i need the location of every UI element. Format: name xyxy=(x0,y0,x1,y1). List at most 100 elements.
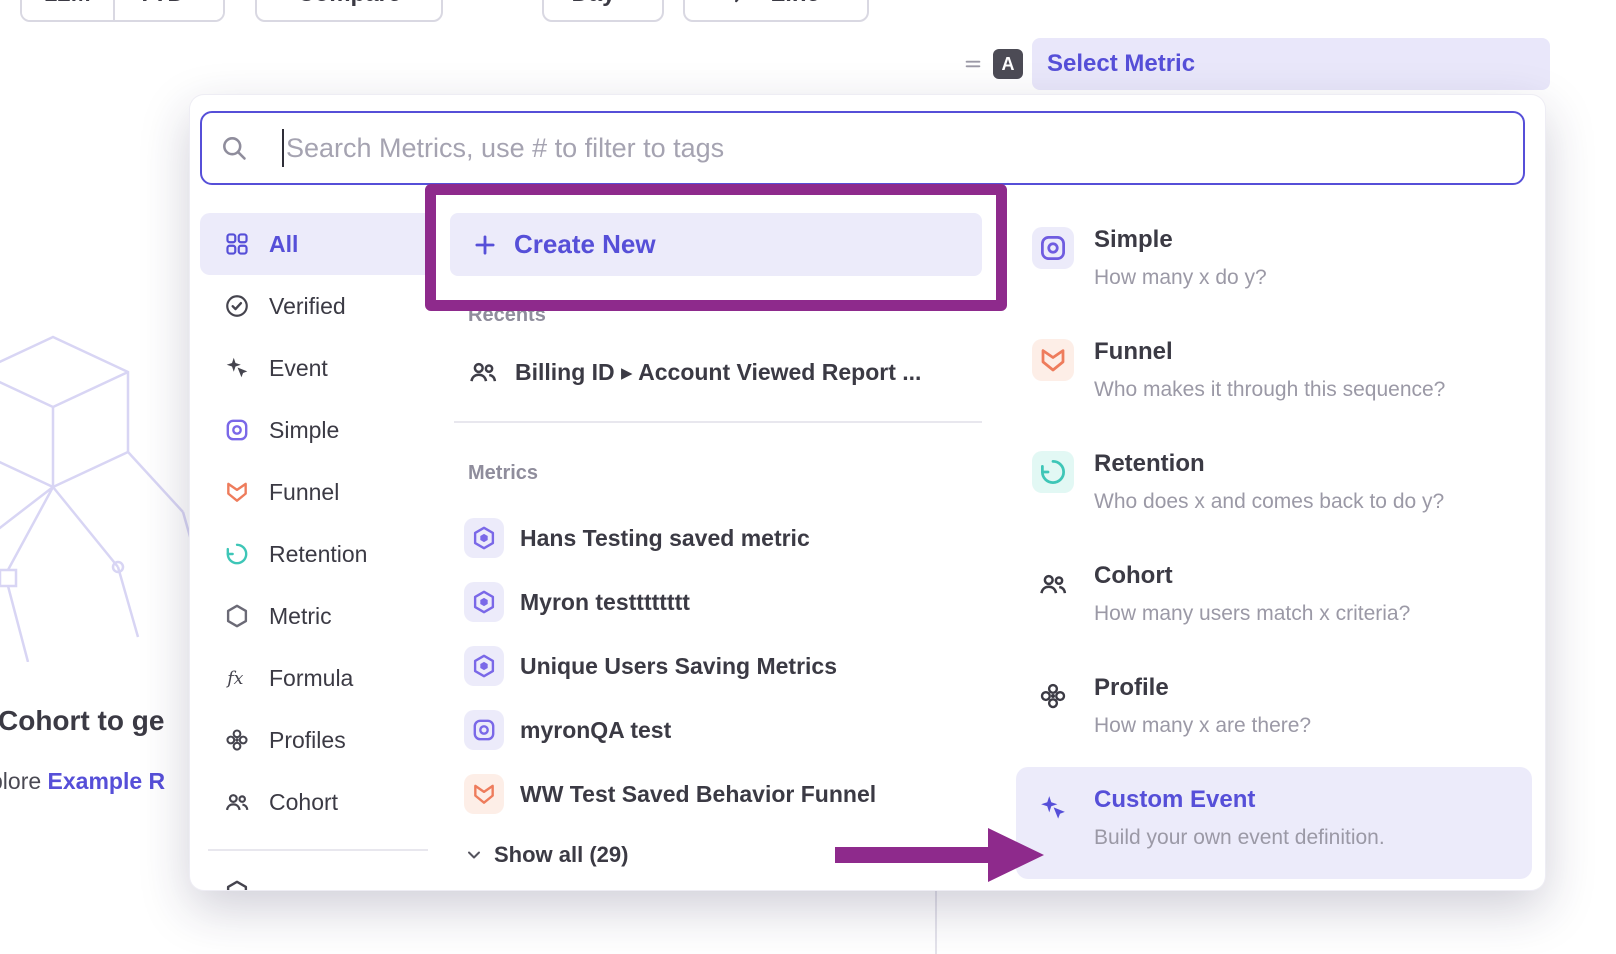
metric-item-icon-chip xyxy=(464,518,504,558)
create-new-label: Create New xyxy=(514,229,656,260)
svg-text:fx: fx xyxy=(225,669,243,689)
chart-type-line-button[interactable]: Line xyxy=(683,0,869,22)
metric-item-label: WW Test Saved Behavior Funnel xyxy=(520,781,876,808)
metric-type-text: ProfileHow many x are there? xyxy=(1094,678,1311,741)
metric-type-description: Build your own event definition. xyxy=(1094,823,1385,853)
metric-type-description: How many x are there? xyxy=(1094,711,1311,741)
compare-button[interactable]: Compare xyxy=(255,0,443,22)
metric-type-description: How many x do y? xyxy=(1094,263,1267,293)
metric-item-icon-chip xyxy=(464,710,504,750)
chevron-down-icon xyxy=(464,845,484,865)
metric-type-retention[interactable]: RetentionWho does x and comes back to do… xyxy=(1016,431,1532,543)
sidebar-item-partial[interactable] xyxy=(200,861,436,890)
show-all-button[interactable]: Show all (29) xyxy=(450,840,982,870)
metric-type-description: Who makes it through this sequence? xyxy=(1094,375,1445,405)
metric-item-label: myronQA test xyxy=(520,717,671,744)
profiles-icon xyxy=(1038,681,1068,711)
metric-list-item[interactable]: Hans Testing saved metric xyxy=(450,506,982,570)
metric-list-item[interactable]: WW Test Saved Behavior Funnel xyxy=(450,762,982,826)
metric-type-list: SimpleHow many x do y? Funnel Who makes it… xyxy=(1016,207,1532,879)
series-a-badge: A xyxy=(993,49,1023,79)
metric-type-text: FunnelWho makes it through this sequence… xyxy=(1094,342,1445,405)
panel-divider xyxy=(935,891,937,954)
savedmetric-icon xyxy=(471,653,497,679)
event-icon xyxy=(1038,793,1068,823)
people-icon xyxy=(468,357,498,387)
interval-day-button[interactable]: Day ▾ xyxy=(542,0,664,22)
metric-type-title: Cohort xyxy=(1094,558,1410,594)
date-range-group: 12M YTD ▾ xyxy=(20,0,225,22)
recents-header: Recents xyxy=(450,304,982,327)
metric-icon xyxy=(224,879,250,890)
metric-type-icon-chip xyxy=(1032,675,1074,717)
sidebar-item-label: Retention xyxy=(269,541,367,568)
metric-list-item[interactable]: myronQA test xyxy=(450,698,982,762)
select-metric-button[interactable]: Select Metric xyxy=(1032,38,1550,90)
sidebar-item-cohort[interactable]: Cohort xyxy=(200,771,436,833)
metrics-report-page: 12M YTD ▾ Compare Day ▾ Line A Select Me… xyxy=(0,0,1616,954)
metric-item-label: Hans Testing saved metric xyxy=(520,525,810,552)
metric-type-profile[interactable]: Profile How many x are there? xyxy=(1016,655,1532,767)
verified-icon xyxy=(224,293,250,319)
sidebar-item-profiles[interactable]: Profiles xyxy=(200,709,436,771)
funnel-icon xyxy=(224,479,250,505)
metric-list-item[interactable]: Unique Users Saving Metrics xyxy=(450,634,982,698)
sidebar-item-label: Profiles xyxy=(269,727,346,754)
metric-list-item[interactable]: Myron testttttttt xyxy=(450,570,982,634)
metric-type-cohort[interactable]: CohortHow many users match x criteria? xyxy=(1016,543,1532,655)
chart-type-line-label: Line xyxy=(771,0,820,8)
metric-type-text: Custom EventBuild your own event definit… xyxy=(1094,790,1385,853)
search-icon xyxy=(220,134,248,162)
formula-icon: fx xyxy=(224,665,250,691)
metric-type-icon-chip xyxy=(1032,787,1074,829)
metric-type-title: Profile xyxy=(1094,670,1311,706)
line-chart-icon xyxy=(733,0,759,7)
sidebar-item-formula[interactable]: fxFormula xyxy=(200,647,436,709)
metric-item-label: Unique Users Saving Metrics xyxy=(520,653,837,680)
sidebar-item-label: All xyxy=(269,231,298,258)
sidebar-item-retention[interactable]: Retention xyxy=(200,523,436,585)
funnel-icon xyxy=(1038,345,1068,375)
metric-type-title: Funnel xyxy=(1094,334,1445,370)
metric-type-simple[interactable]: SimpleHow many x do y? xyxy=(1016,207,1532,319)
interval-day-label: Day xyxy=(571,0,615,8)
sidebar-item-metric[interactable]: Metric xyxy=(200,585,436,647)
metric-type-title: Retention xyxy=(1094,446,1444,482)
recent-item[interactable]: Billing ID ▸ Account Viewed Report ... xyxy=(450,345,982,399)
metric-type-custom-event[interactable]: Custom Event Build your own event definit… xyxy=(1016,767,1532,879)
savedmetric-icon xyxy=(471,525,497,551)
cohort-icon xyxy=(224,789,250,815)
profiles-icon xyxy=(224,727,250,753)
sidebar-item-label: Event xyxy=(269,355,328,382)
drag-handle-icon[interactable] xyxy=(962,53,984,75)
range-12m-button[interactable]: 12M xyxy=(22,0,113,20)
event-icon xyxy=(224,355,250,381)
sidebar-item-label: Verified xyxy=(269,293,346,320)
sidebar-item-verified[interactable]: Verified xyxy=(200,275,436,337)
sidebar-item-all[interactable]: All xyxy=(200,213,436,275)
metric-type-icon-chip xyxy=(1032,227,1074,269)
background-subtext-prefix: plore xyxy=(0,768,48,794)
sidebar-item-label: Simple xyxy=(269,417,339,444)
section-divider xyxy=(454,421,982,423)
retention-icon xyxy=(1038,457,1068,487)
modal-center: Create New Recents Billing ID ▸ Account … xyxy=(450,207,982,870)
background-subtext: plore Example R xyxy=(0,768,165,795)
retention-icon xyxy=(224,541,250,567)
metric-type-title: Custom Event xyxy=(1094,782,1385,818)
metric-item-icon-chip xyxy=(464,582,504,622)
example-reports-link[interactable]: Example R xyxy=(48,768,166,794)
top-toolbar: 12M YTD ▾ Compare Day ▾ Line xyxy=(20,0,869,22)
sidebar-item-simple[interactable]: Simple xyxy=(200,399,436,461)
search-input[interactable] xyxy=(284,133,1505,164)
recents-list: Billing ID ▸ Account Viewed Report ... xyxy=(450,345,982,399)
sidebar-item-funnel[interactable]: Funnel xyxy=(200,461,436,523)
sidebar-item-event[interactable]: Event xyxy=(200,337,436,399)
background-headline: Cohort to ge xyxy=(0,705,164,737)
metric-type-funnel[interactable]: Funnel Who makes it through this sequence… xyxy=(1016,319,1532,431)
range-ytd-button[interactable]: YTD ▾ xyxy=(113,0,224,20)
sidebar-item-label: Funnel xyxy=(269,479,339,506)
metric-icon xyxy=(224,603,250,629)
create-new-button[interactable]: Create New xyxy=(450,213,982,276)
plus-icon xyxy=(472,232,498,258)
